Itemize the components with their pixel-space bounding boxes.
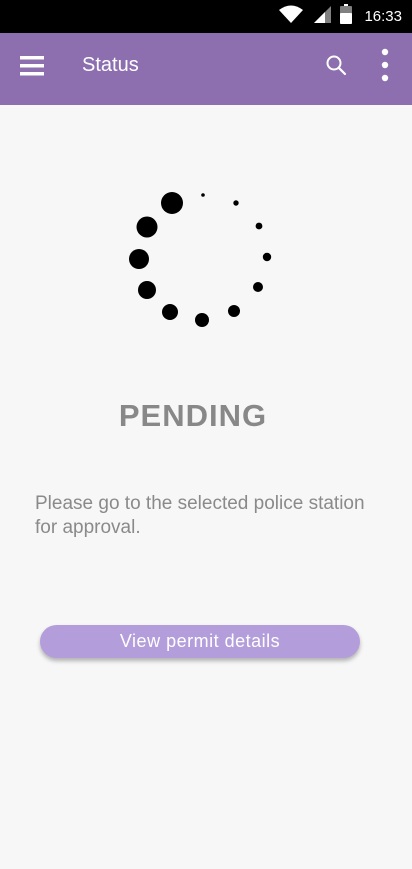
search-button[interactable] — [318, 49, 354, 85]
more-vert-icon — [381, 48, 389, 87]
menu-icon — [20, 55, 44, 82]
view-permit-details-button[interactable]: View permit details — [40, 625, 360, 658]
battery-icon — [340, 4, 353, 29]
status-bar-icons: 16:33 — [278, 0, 402, 33]
cellular-signal-icon — [312, 4, 332, 29]
wifi-icon — [278, 4, 304, 29]
more-options-button[interactable] — [367, 47, 403, 87]
status-bar: 16:33 — [0, 0, 412, 33]
menu-button[interactable] — [14, 50, 50, 86]
page-title: Status — [82, 54, 139, 76]
search-icon — [325, 54, 347, 81]
app-bar: Status — [0, 33, 412, 105]
loading-spinner-icon — [120, 180, 290, 340]
status-heading: PENDING — [118, 398, 268, 433]
status-time: 16:33 — [364, 8, 402, 25]
status-message: Please go to the selected police station… — [35, 493, 365, 538]
spinner-dots — [129, 192, 272, 327]
